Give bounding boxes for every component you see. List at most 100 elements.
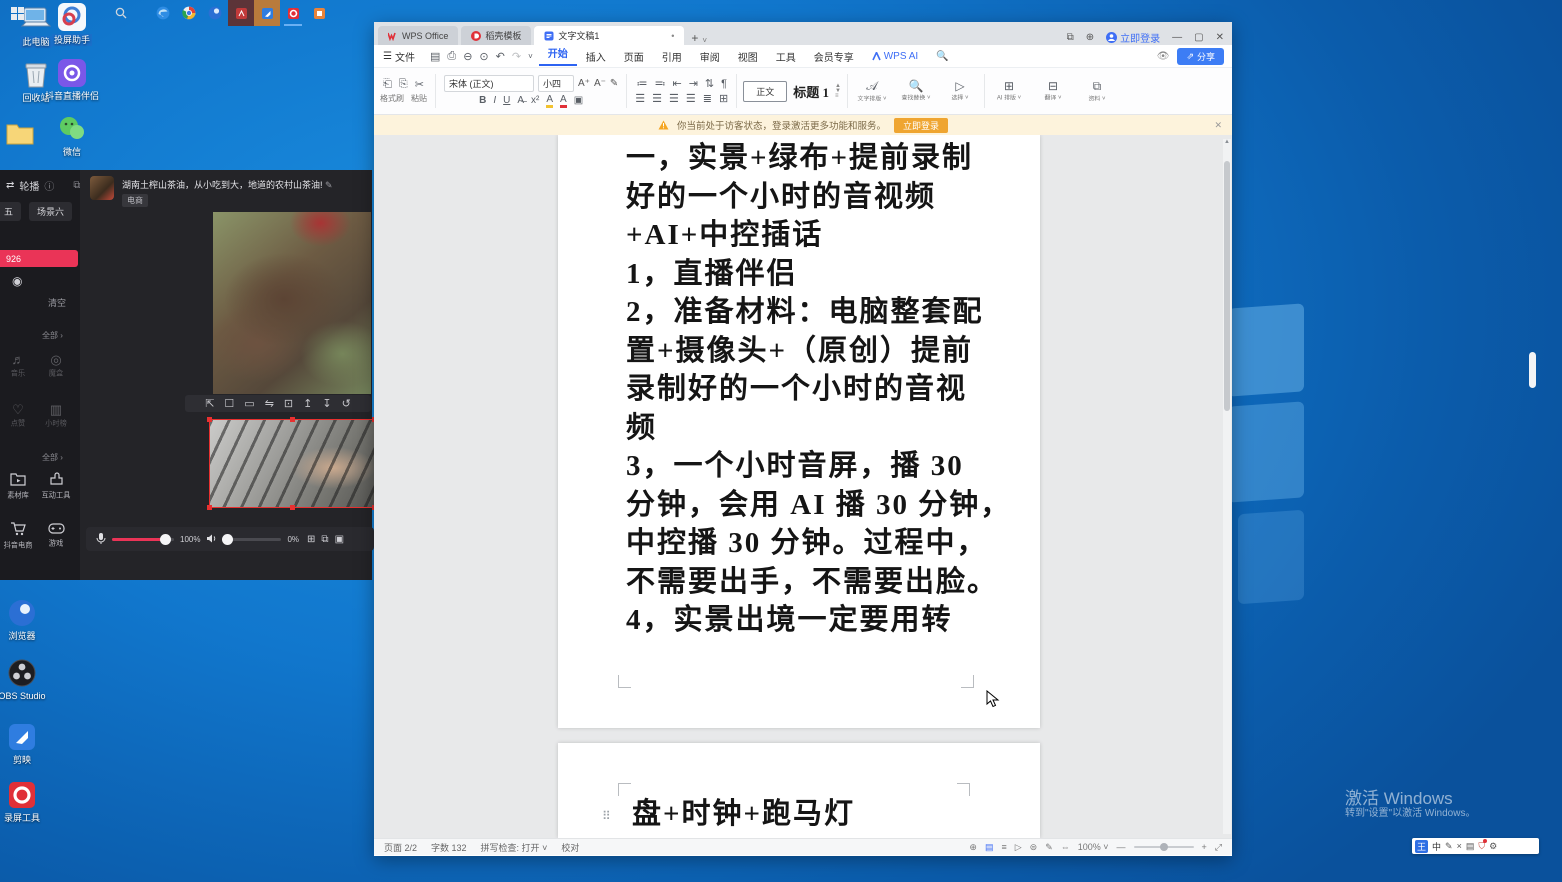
help-icon[interactable]: ⊕: [969, 842, 977, 853]
font-name-select[interactable]: 宋体 (正文): [444, 75, 534, 92]
workspace-icon[interactable]: ⧉: [1067, 32, 1074, 43]
text-direction-icon[interactable]: ⇅: [705, 77, 714, 90]
clear-format-icon[interactable]: ✎: [610, 78, 618, 89]
view-outline-icon[interactable]: ≡: [1001, 842, 1006, 852]
taskbar-app-red[interactable]: [228, 0, 254, 26]
ime-logo[interactable]: 王: [1415, 840, 1428, 853]
menu-home[interactable]: 开始: [539, 46, 577, 66]
ime-close-icon[interactable]: ×: [1457, 841, 1462, 851]
flip-icon[interactable]: ⇋: [265, 397, 274, 410]
reset-icon[interactable]: ↺: [342, 397, 351, 410]
start-button[interactable]: [4, 0, 30, 26]
tool-like[interactable]: ♡ 点赞: [0, 402, 36, 429]
taskbar-browser-blue[interactable]: [202, 0, 228, 26]
search-icon[interactable]: 🔍: [927, 51, 957, 62]
ai-layout-tool[interactable]: ⊞AI 排版 ˅: [987, 79, 1031, 103]
italic-button[interactable]: I: [493, 95, 496, 106]
file-menu[interactable]: ☰文件: [374, 49, 424, 64]
minimize-button[interactable]: —: [1172, 32, 1182, 43]
outdent-icon[interactable]: ⇤: [672, 77, 681, 90]
selection-handle[interactable]: [207, 417, 212, 422]
tool-games[interactable]: 游戏: [38, 522, 74, 549]
menu-review[interactable]: 审阅: [691, 49, 729, 64]
monitor-audio-icon[interactable]: [206, 533, 217, 546]
menu-reference[interactable]: 引用: [653, 49, 691, 64]
swap-icon[interactable]: ⇄: [6, 180, 14, 191]
fit-icon[interactable]: ☐: [224, 397, 234, 410]
strikethrough-button[interactable]: A̶: [517, 95, 524, 106]
paragraph-drag-handle[interactable]: ⠿: [602, 809, 611, 823]
eye-protect-icon[interactable]: 👁: [1157, 51, 1170, 62]
ime-keyboard-icon[interactable]: ▤: [1466, 841, 1475, 852]
tool-hour-rank[interactable]: ▥ 小时榜: [38, 402, 74, 429]
superscript-button[interactable]: x²: [531, 95, 539, 106]
scene-video-selected[interactable]: [209, 419, 375, 508]
print-icon[interactable]: ⎙: [447, 50, 456, 63]
menu-tools[interactable]: 工具: [767, 49, 805, 64]
redo-icon[interactable]: ↷: [512, 50, 521, 63]
justify-icon[interactable]: ☰: [686, 92, 696, 105]
tab-document-1[interactable]: 文字文稿1 •: [534, 26, 684, 45]
section-all-1[interactable]: 全部 ›: [42, 330, 63, 341]
shading-icon[interactable]: ⊞: [719, 92, 728, 105]
tab-docer-template[interactable]: 稻壳模板: [461, 26, 531, 45]
ime-settings-icon[interactable]: ⚙: [1489, 841, 1497, 852]
fullscreen-icon[interactable]: ⇱: [205, 397, 214, 410]
fit-width-icon[interactable]: ⇔: [1061, 842, 1070, 852]
zoom-value[interactable]: 100% ˅: [1078, 842, 1109, 852]
tool-material-lib[interactable]: 素材库: [0, 472, 36, 501]
tool-douyin-shop[interactable]: 抖音电商: [0, 522, 36, 551]
scene-tab-6[interactable]: 场景六: [29, 202, 72, 221]
desktop-icon-wechat[interactable]: 微信: [40, 114, 104, 158]
align-center-icon[interactable]: ☰: [652, 92, 662, 105]
scene-video-top[interactable]: [213, 212, 371, 394]
highlight-button[interactable]: A: [546, 94, 553, 108]
menu-member[interactable]: 会员专享: [805, 49, 863, 64]
edit-mode-icon[interactable]: ✎: [1045, 842, 1053, 853]
material-tool[interactable]: ⧉资料 ˅: [1075, 79, 1119, 104]
paste-label[interactable]: 粘贴: [411, 93, 427, 104]
desktop-icon-cast-helper[interactable]: 投屏助手: [40, 2, 104, 46]
edit-icon[interactable]: ✎: [325, 180, 333, 190]
text-layout-tool[interactable]: 𝒜文字排版 ˅: [850, 79, 894, 104]
tool-interactive[interactable]: 互动工具: [38, 472, 74, 501]
zoom-slider-knob[interactable]: [1160, 843, 1168, 851]
char-shading-button[interactable]: ▣: [574, 95, 583, 106]
menu-wps-ai[interactable]: WPS AI: [863, 51, 927, 62]
info-icon[interactable]: ⓘ: [44, 178, 54, 193]
fullscreen-toggle-icon[interactable]: ⤢: [1215, 842, 1222, 853]
taskbar-app-orange[interactable]: [306, 0, 332, 26]
stream-cover-thumbnail[interactable]: [90, 176, 114, 200]
ime-mode-chinese[interactable]: 中: [1432, 840, 1441, 853]
desktop-icon-browser[interactable]: 浏览器: [0, 598, 50, 642]
taskbar-live-companion-active[interactable]: [254, 0, 280, 26]
camera-source-icon[interactable]: ⊞: [307, 534, 315, 545]
indent-icon[interactable]: ⇥: [689, 77, 698, 90]
taskbar-recorder-running[interactable]: [280, 0, 306, 26]
find-replace-tool[interactable]: 🔍查找替换 ˅: [894, 79, 938, 103]
mic-icon[interactable]: [96, 532, 106, 547]
crop-icon[interactable]: ⊡: [284, 397, 293, 410]
paste-icon[interactable]: ⎗: [383, 78, 392, 91]
edge-slide-handle[interactable]: [1529, 352, 1536, 388]
layer-up-icon[interactable]: ↥: [303, 397, 312, 410]
skin-settings-icon[interactable]: ⊕: [1086, 32, 1094, 43]
section-all-2[interactable]: 全部 ›: [42, 452, 63, 463]
style-gallery-scroll[interactable]: ▲▼≡: [835, 84, 841, 99]
style-normal[interactable]: 正文: [743, 81, 787, 102]
view-read-icon[interactable]: ▷: [1015, 842, 1022, 853]
format-painter-label[interactable]: 格式刷: [380, 93, 404, 104]
bullet-list-icon[interactable]: ≔: [636, 77, 647, 90]
save-icon[interactable]: ▤: [430, 50, 440, 63]
clear-button[interactable]: 清空: [0, 296, 66, 309]
selection-handle[interactable]: [290, 417, 295, 422]
desktop-icon-live-companion[interactable]: 抖音直播伴侣: [40, 58, 104, 102]
taskbar-search-button[interactable]: [108, 0, 134, 26]
selection-handle[interactable]: [290, 505, 295, 510]
desktop-icon-jianying[interactable]: 剪映: [0, 722, 50, 766]
view-page-icon[interactable]: ▤: [985, 842, 994, 853]
export-icon[interactable]: ⊖: [463, 50, 472, 63]
copy-icon[interactable]: ⎘: [399, 78, 408, 91]
desktop-icon-obs[interactable]: OBS Studio: [0, 658, 50, 702]
zoom-out-button[interactable]: —: [1117, 842, 1126, 852]
